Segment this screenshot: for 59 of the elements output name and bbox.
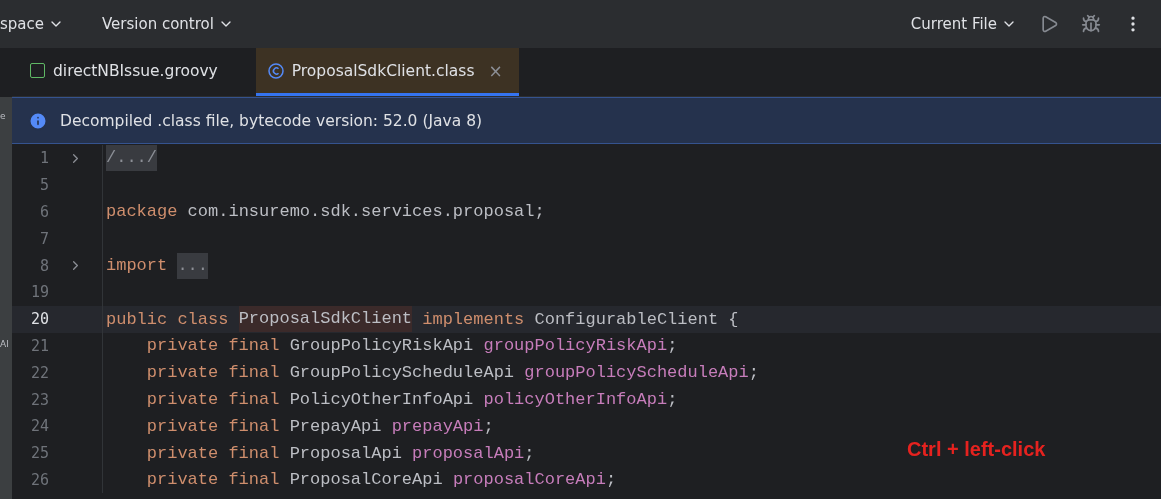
debug-icon[interactable] — [1081, 14, 1101, 34]
info-icon — [28, 110, 48, 131]
panel-label: Al — [0, 339, 10, 349]
code-token: private final — [145, 336, 280, 356]
editor-tab[interactable]: ProposalSdkClient.class × — [255, 48, 519, 96]
line-number: 8 — [38, 256, 49, 275]
code-token: proposalApi — [412, 443, 525, 463]
code-token: groupPolicyRiskApi — [483, 336, 668, 356]
close-button[interactable]: × — [488, 60, 503, 81]
code-token: package — [106, 202, 178, 222]
code-token: public class — [106, 309, 230, 329]
code-token: GroupPolicyRiskApi — [288, 336, 475, 356]
run-icon[interactable] — [1039, 14, 1059, 34]
code-token: ; — [667, 390, 678, 410]
code-token: ; — [748, 363, 759, 383]
line-number: 24 — [29, 417, 49, 436]
code-token: private final — [145, 416, 280, 436]
code-token: com.insuremo.sdk.services.proposal; — [186, 202, 545, 222]
code-token: prepayApi — [391, 416, 484, 436]
line-number: 20 — [29, 310, 49, 329]
line-number: 7 — [38, 229, 49, 248]
line-number: 22 — [29, 363, 49, 382]
toolbar-menu[interactable]: space — [0, 15, 64, 33]
banner-text: Decompiled .class file, bytecode version: 52.0 (Java 8) — [60, 111, 483, 130]
code-token: PolicyOtherInfoApi — [288, 390, 475, 410]
code-token: ProposalApi — [288, 443, 403, 463]
code-token: implements — [421, 309, 525, 329]
line-number: 5 — [38, 176, 49, 195]
line-number: 26 — [29, 470, 49, 489]
line-number: 25 — [29, 444, 49, 463]
folded-code[interactable]: /.../ — [106, 145, 157, 172]
code-token: ; — [667, 336, 678, 356]
code-token: ProposalSdkClient — [238, 306, 413, 333]
code-token: PrepayApi — [288, 416, 383, 436]
line-number: 1 — [38, 149, 49, 168]
code-token: ConfigurableClient { — [533, 309, 739, 329]
code-token: policyOtherInfoApi — [483, 390, 668, 410]
run-configuration-dropdown[interactable]: Current File — [910, 15, 1017, 33]
class-file-icon — [267, 62, 284, 79]
code-token: private final — [145, 363, 280, 383]
toolbar-menu[interactable]: Version control — [102, 15, 234, 33]
code-token: private final — [145, 470, 280, 490]
code-token: import — [106, 256, 169, 276]
code-token: ; — [605, 470, 617, 490]
line-number: 23 — [29, 390, 49, 409]
panel-label: e — [0, 111, 7, 121]
editor-tab[interactable]: directNBIssue.groovy — [18, 48, 234, 96]
code-token: GroupPolicyScheduleApi — [288, 363, 516, 383]
line-number: 21 — [29, 336, 49, 355]
code-token: proposalCoreApi — [452, 470, 606, 490]
code-token: groupPolicyScheduleApi — [524, 363, 749, 383]
line-number: 19 — [29, 283, 49, 302]
line-number: 6 — [38, 203, 49, 221]
code-token: ; — [483, 416, 494, 436]
code-token: ; — [524, 443, 535, 463]
code-token: private final — [145, 443, 280, 463]
code-token: private final — [145, 390, 280, 410]
code-token: ProposalCoreApi — [288, 470, 444, 490]
annotation-text: Ctrl + left-click — [907, 438, 1046, 461]
